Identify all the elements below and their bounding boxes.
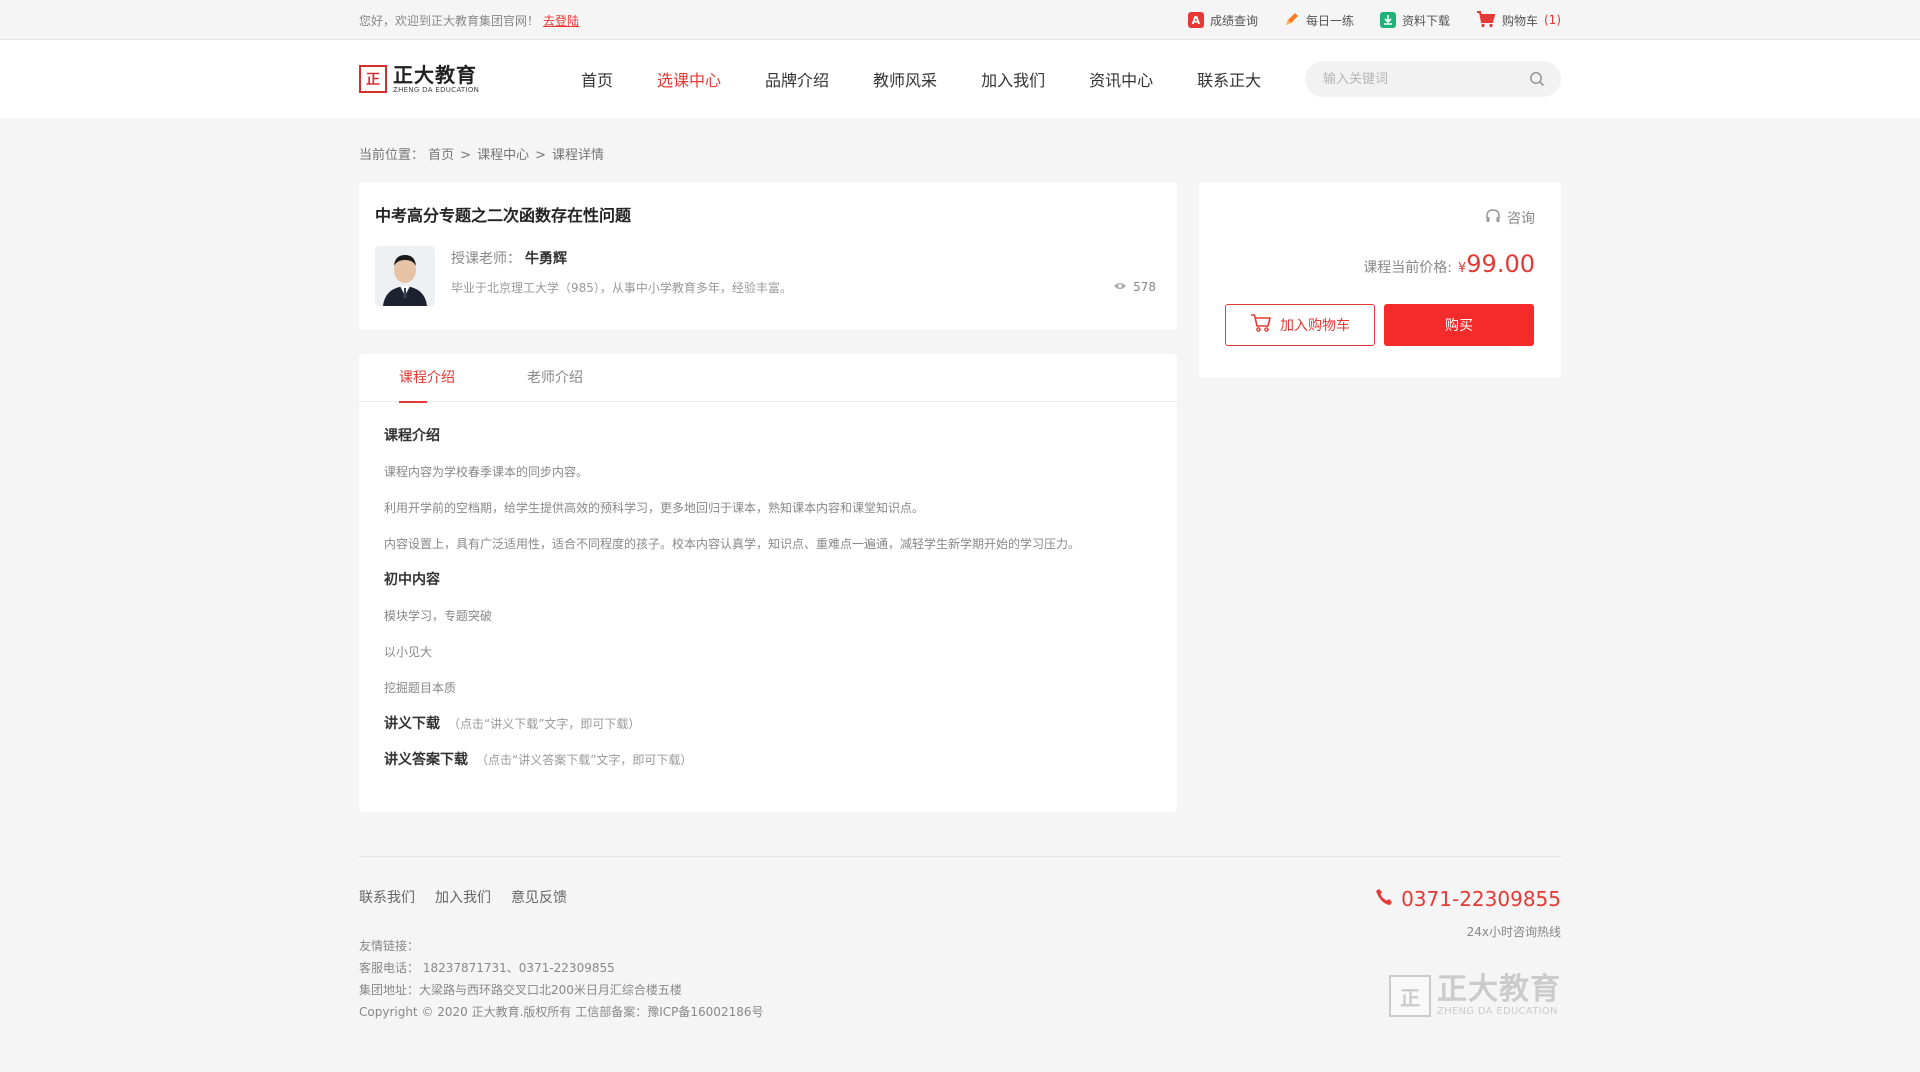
breadcrumb-home[interactable]: 首页 xyxy=(428,148,454,163)
top-links: A 成绩查询 每日一练 资料下载 购物车 (1) xyxy=(1187,10,1561,31)
teacher-description: 毕业于北京理工大学（985），从事中小学教育多年，经验丰富。 xyxy=(451,281,792,295)
footer-logo-subtitle: ZHENG DA EDUCATION xyxy=(1437,1006,1558,1017)
nav-teachers[interactable]: 教师风采 xyxy=(851,67,959,91)
login-link[interactable]: 去登陆 xyxy=(543,14,579,28)
footer: 联系我们 加入我们 意见反馈 友情链接： 客服电话： 18237871731、0… xyxy=(359,856,1561,1056)
footer-contact-link[interactable]: 联系我们 xyxy=(359,887,415,907)
logo-mark-icon: 正 xyxy=(359,65,387,93)
score-query-label: 成绩查询 xyxy=(1209,13,1258,28)
pencil-icon xyxy=(1284,11,1300,30)
footer-logo-mark-icon: 正 xyxy=(1389,975,1431,1017)
hotline-number: 0371-22309855 xyxy=(1401,887,1561,911)
tab-course-intro[interactable]: 课程介绍 xyxy=(399,354,527,403)
paragraph: 挖掘题目本质 xyxy=(384,681,457,695)
nav-contact[interactable]: 联系正大 xyxy=(1175,67,1283,91)
welcome-text: 您好，欢迎到正大教育集团官网！ 去登陆 xyxy=(359,12,579,29)
headset-icon xyxy=(1485,208,1501,228)
breadcrumb: 当前位置： 首页 > 课程中心 > 课程详情 xyxy=(359,118,1561,182)
nav-course-center[interactable]: 选课中心 xyxy=(635,67,743,91)
detail-tabs: 课程介绍 老师介绍 xyxy=(359,354,1177,403)
handout-download-link[interactable]: 讲义下载 xyxy=(384,716,440,732)
breadcrumb-separator: > xyxy=(535,148,546,163)
purchase-card: 咨询 课程当前价格: ¥99.00 加入购物车 购买 xyxy=(1199,182,1561,378)
price-line: 课程当前价格: ¥99.00 xyxy=(1363,250,1535,278)
teacher-avatar xyxy=(375,246,435,306)
search-input[interactable] xyxy=(1323,71,1527,87)
paragraph: 模块学习，专题突破 xyxy=(384,609,493,623)
cart-icon xyxy=(1250,313,1272,337)
header: 正 正大教育 ZHENG DA EDUCATION 首页 选课中心 品牌介绍 教… xyxy=(0,40,1920,118)
price-value: 99.00 xyxy=(1466,250,1535,278)
nav-brand[interactable]: 品牌介绍 xyxy=(743,67,851,91)
view-count: 578 xyxy=(1113,280,1156,294)
answer-download: 讲义答案下载 （点击“讲义答案下载”文字，即可下载） xyxy=(384,746,1152,782)
phone-icon xyxy=(1375,887,1393,911)
logo-subtitle: ZHENG DA EDUCATION xyxy=(393,85,480,94)
breadcrumb-current: 课程详情 xyxy=(552,148,605,163)
search-box xyxy=(1305,61,1561,97)
download-label: 资料下载 xyxy=(1401,13,1450,28)
consult-label: 咨询 xyxy=(1507,211,1535,227)
nav-news[interactable]: 资讯中心 xyxy=(1067,67,1175,91)
tab-teacher-intro[interactable]: 老师介绍 xyxy=(527,354,655,402)
breadcrumb-separator: > xyxy=(460,148,472,163)
course-info-card: 中考高分专题之二次函数存在性问题 授课老师： 牛勇辉 毕业于北京理工大学（985… xyxy=(359,182,1177,330)
nav-join-us[interactable]: 加入我们 xyxy=(959,67,1067,91)
cart-label: 购物车 xyxy=(1501,13,1538,28)
company-address: 集团地址：大梁路与西环路交叉口北200米日月汇综合楼五楼 xyxy=(359,983,682,997)
footer-feedback-link[interactable]: 意见反馈 xyxy=(511,887,567,907)
currency-symbol: ¥ xyxy=(1458,261,1467,276)
section-heading: 课程介绍 xyxy=(384,428,440,444)
eye-icon xyxy=(1113,280,1127,294)
add-to-cart-button[interactable]: 加入购物车 xyxy=(1225,304,1375,346)
cart-count: (1) xyxy=(1544,13,1561,27)
nav-home[interactable]: 首页 xyxy=(559,67,635,91)
buy-button[interactable]: 购买 xyxy=(1384,304,1534,346)
view-count-value: 578 xyxy=(1133,280,1156,294)
welcome-message: 您好，欢迎到正大教育集团官网！ xyxy=(359,13,540,28)
teacher-name: 牛勇辉 xyxy=(525,251,567,267)
footer-logo: 正 正大教育 ZHENG DA EDUCATION xyxy=(1389,975,1561,1017)
score-icon: A xyxy=(1187,12,1204,28)
site-logo[interactable]: 正 正大教育 ZHENG DA EDUCATION xyxy=(359,65,559,94)
handout-download: 讲义下载 （点击“讲义下载”文字，即可下载） xyxy=(384,710,1152,746)
download-link[interactable]: 资料下载 xyxy=(1379,12,1450,29)
footer-join-link[interactable]: 加入我们 xyxy=(435,887,491,907)
breadcrumb-course-center[interactable]: 课程中心 xyxy=(477,148,529,163)
copyright: Copyright © 2020 正大教育.版权所有 工信部备案：豫ICP备16… xyxy=(359,1005,764,1019)
paragraph: 内容设置上，具有广泛适用性，适合不同程度的孩子。校本内容认真学，知识点、重难点一… xyxy=(384,537,1081,551)
service-phone: 客服电话： 18237871731、0371-22309855 xyxy=(359,961,615,975)
score-query-link[interactable]: A 成绩查询 xyxy=(1187,12,1258,29)
cart-icon xyxy=(1476,10,1496,31)
course-detail-card: 课程介绍 老师介绍 课程介绍 课程内容为学校春季课本的同步内容。 利用开学前的空… xyxy=(359,354,1177,812)
main-nav: 首页 选课中心 品牌介绍 教师风采 加入我们 资讯中心 联系正大 xyxy=(559,67,1283,91)
top-bar: 您好，欢迎到正大教育集团官网！ 去登陆 A 成绩查询 每日一练 资料下载 购物车… xyxy=(0,0,1920,40)
course-title: 中考高分专题之二次函数存在性问题 xyxy=(375,206,632,225)
footer-info: 友情链接： 客服电话： 18237871731、0371-22309855 集团… xyxy=(359,935,1561,1023)
daily-practice-link[interactable]: 每日一练 xyxy=(1284,11,1354,30)
section-heading: 初中内容 xyxy=(384,572,440,588)
course-intro-content: 课程介绍 课程内容为学校春季课本的同步内容。 利用开学前的空档期，给学生提供高效… xyxy=(359,402,1177,802)
price-label: 课程当前价格: xyxy=(1363,260,1452,276)
footer-logo-title: 正大教育 xyxy=(1437,972,1561,1007)
paragraph: 利用开学前的空档期，给学生提供高效的预科学习，更多地回归于课本，熟知课本内容和课… xyxy=(384,501,925,515)
download-icon xyxy=(1379,12,1396,28)
breadcrumb-prefix: 当前位置： xyxy=(359,148,425,163)
daily-practice-label: 每日一练 xyxy=(1305,13,1354,28)
teacher-label: 授课老师： xyxy=(451,251,521,267)
hotline-subtitle: 24x小时咨询热线 xyxy=(1466,925,1561,939)
cart-link[interactable]: 购物车 (1) xyxy=(1476,10,1561,31)
paragraph: 以小见大 xyxy=(384,645,433,659)
hotline: 0371-22309855 24x小时咨询热线 xyxy=(1375,887,1561,940)
consult-button[interactable]: 咨询 xyxy=(1485,208,1535,228)
logo-title: 正大教育 xyxy=(393,62,477,87)
answer-download-link[interactable]: 讲义答案下载 xyxy=(384,752,468,768)
paragraph: 课程内容为学校春季课本的同步内容。 xyxy=(384,465,589,479)
search-icon[interactable] xyxy=(1527,69,1547,89)
handout-download-hint: （点击“讲义下载”文字，即可下载） xyxy=(448,717,641,731)
answer-download-hint: （点击“讲义答案下载”文字，即可下载） xyxy=(476,753,693,767)
add-to-cart-label: 加入购物车 xyxy=(1280,318,1350,334)
